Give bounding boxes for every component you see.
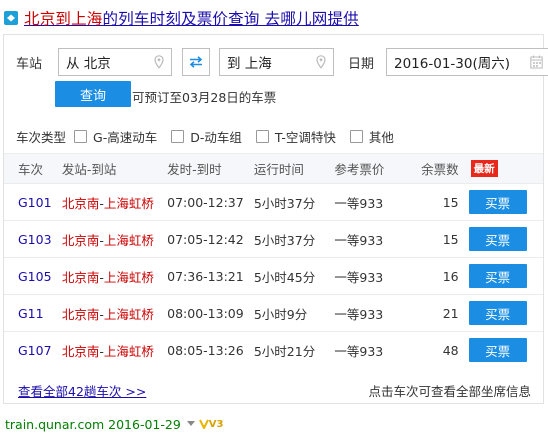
- train-type-filter: 车次类型 G-高速动车 D-动车组 T-空调特快 其他: [16, 127, 408, 145]
- tickets-left-cell: 48: [414, 331, 469, 369]
- train-number-link[interactable]: G103: [18, 232, 52, 247]
- route-cell: 北京南-上海虹桥: [61, 257, 168, 295]
- swap-arrows-icon: [189, 56, 203, 68]
- price-cell: 一等933: [334, 220, 415, 258]
- checkbox-other[interactable]: [349, 129, 363, 143]
- duration-cell: 5小时37分: [253, 220, 335, 258]
- header-new: 最新: [468, 153, 543, 184]
- route-cell: 北京南-上海虹桥: [61, 183, 168, 221]
- duration-cell: 5小时45分: [253, 257, 335, 295]
- calendar-icon: [530, 55, 543, 69]
- price-cell: 一等933: [334, 183, 415, 221]
- duration-cell: 5小时37分: [253, 183, 335, 221]
- filter-option-other[interactable]: 其他: [349, 127, 394, 146]
- price-cell: 一等933: [334, 257, 415, 295]
- price-cell: 一等933: [334, 331, 415, 369]
- tickets-left-cell: 15: [414, 183, 469, 221]
- time-cell: 07:05-12:42: [167, 220, 254, 258]
- time-cell: 07:36-13:21: [167, 257, 254, 295]
- header-price: 参考票价: [334, 153, 415, 184]
- duration-cell: 5小时21分: [253, 331, 335, 369]
- train-number-link[interactable]: G11: [18, 306, 44, 321]
- result-footer: train.qunar.com 2016-01-29 V3: [5, 416, 224, 432]
- table-row: G103 北京南-上海虹桥 07:05-12:42 5小时37分 一等933 1…: [4, 220, 543, 258]
- time-cell: 07:00-12:37: [167, 183, 254, 221]
- v-badge-icon: [198, 419, 209, 429]
- buy-button[interactable]: 买票: [468, 227, 527, 251]
- search-row: 车站 从 北京 到 上海 日期 2016-01-30(周六): [16, 47, 548, 77]
- dropdown-arrow-icon[interactable]: [186, 421, 195, 427]
- tickets-left-cell: 15: [414, 220, 469, 258]
- table-row: G107 北京南-上海虹桥 08:05-13:26 5小时21分 一等933 4…: [4, 331, 543, 369]
- verified-badge: V3: [198, 419, 224, 430]
- table-row: G11 北京南-上海虹桥 08:00-13:09 5小时9分 一等933 21 …: [4, 294, 543, 332]
- date-value: 2016-01-30(周六): [394, 56, 510, 72]
- duration-cell: 5小时9分: [253, 294, 335, 332]
- to-station-input[interactable]: 到 上海: [219, 48, 334, 76]
- checkbox-g[interactable]: [74, 129, 88, 143]
- header-tickets-left: 余票数: [414, 153, 469, 184]
- date-label: 日期: [348, 56, 375, 72]
- train-number-link[interactable]: G101: [18, 195, 52, 210]
- train-search-card: 车站 从 北京 到 上海 日期 2016-01-30(周六) 查询 可预订至03…: [3, 34, 548, 404]
- to-station-value: 到 上海: [227, 56, 272, 72]
- train-type-label: 车次类型: [16, 129, 67, 145]
- route-cell: 北京南-上海虹桥: [61, 331, 168, 369]
- tickets-left-cell: 21: [414, 294, 469, 332]
- view-all-trains-link[interactable]: 查看全部42趟车次 >>: [18, 381, 146, 400]
- route-cell: 北京南-上海虹桥: [61, 294, 168, 332]
- header-time: 发时-到时: [167, 153, 254, 184]
- new-badge: 最新: [470, 160, 498, 177]
- checkbox-t[interactable]: [255, 129, 269, 143]
- table-row: G101 北京南-上海虹桥 07:00-12:37 5小时37分 一等933 1…: [4, 183, 543, 221]
- location-pin-icon: [316, 55, 326, 69]
- filter-option-t[interactable]: T-空调特快: [255, 127, 336, 146]
- time-cell: 08:00-13:09: [167, 294, 254, 332]
- train-table: 车次 发站-到站 发时-到时 运行时间 参考票价 余票数 最新 G101 北京南…: [4, 153, 543, 369]
- station-label: 车站: [16, 56, 43, 72]
- header-duration: 运行时间: [253, 153, 335, 184]
- checkbox-d[interactable]: [171, 129, 185, 143]
- result-title-row: 北京到上海的列车时刻及票价查询 去哪儿网提供: [4, 7, 359, 29]
- source-url: train.qunar.com 2016-01-29: [5, 416, 181, 432]
- time-cell: 08:05-13:26: [167, 331, 254, 369]
- site-favicon-icon: [4, 11, 18, 25]
- query-button[interactable]: 查询: [55, 81, 131, 107]
- seat-info-hint: 点击车次可查看全部坐席信息: [368, 384, 531, 399]
- header-route: 发站-到站: [61, 153, 168, 184]
- train-number-link[interactable]: G107: [18, 343, 52, 358]
- from-station-value: 从 北京: [66, 56, 111, 72]
- table-row: G105 北京南-上海虹桥 07:36-13:21 5小时45分 一等933 1…: [4, 257, 543, 295]
- result-title-link[interactable]: 北京到上海的列车时刻及票价查询 去哪儿网提供: [24, 7, 359, 29]
- buy-button[interactable]: 买票: [468, 301, 527, 325]
- filter-option-g[interactable]: G-高速动车: [74, 127, 157, 146]
- location-pin-icon: [154, 55, 164, 69]
- date-input[interactable]: 2016-01-30(周六): [386, 48, 548, 76]
- price-cell: 一等933: [334, 294, 415, 332]
- buy-button[interactable]: 买票: [468, 264, 527, 288]
- filter-option-d[interactable]: D-动车组: [171, 127, 242, 146]
- swap-stations-button[interactable]: [182, 48, 210, 76]
- train-number-link[interactable]: G105: [18, 269, 52, 284]
- buy-button[interactable]: 买票: [468, 338, 527, 363]
- table-header-row: 车次 发站-到站 发时-到时 运行时间 参考票价 余票数 最新: [4, 153, 543, 184]
- header-train: 车次: [4, 153, 62, 184]
- presale-note: 可预订至03月28日的车票: [132, 90, 277, 105]
- route-cell: 北京南-上海虹桥: [61, 220, 168, 258]
- buy-button[interactable]: 买票: [468, 190, 527, 214]
- from-station-input[interactable]: 从 北京: [58, 48, 172, 76]
- tickets-left-cell: 16: [414, 257, 469, 295]
